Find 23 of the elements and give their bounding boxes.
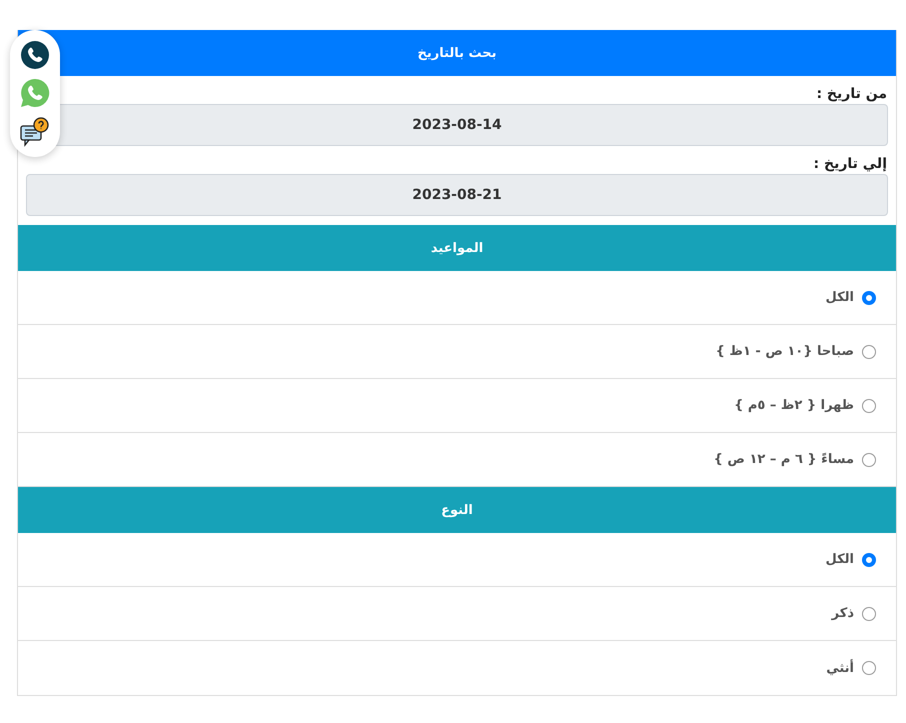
header-title: بحث بالتاريخ	[417, 46, 497, 60]
option-label[interactable]: مساءً { ٦ م – ١٢ ص }	[714, 452, 854, 467]
radio-button[interactable]	[862, 452, 876, 466]
option-label[interactable]: الكل	[825, 290, 854, 305]
chat-help-icon[interactable]	[20, 116, 50, 146]
radio-button[interactable]	[862, 344, 876, 358]
radio-button[interactable]	[862, 661, 876, 675]
date-field[interactable]: 2023-08-21	[26, 174, 888, 216]
field-label: من تاريخ :	[816, 85, 887, 104]
option-label[interactable]: ظهرا { ٢ظ – ٥م }	[734, 398, 854, 413]
radio-button[interactable]	[862, 552, 876, 566]
whatsapp-icon[interactable]	[20, 78, 50, 108]
header-title: المواعيد	[430, 240, 484, 256]
option-label[interactable]: الكل	[825, 552, 854, 567]
radio-button[interactable]	[862, 398, 876, 412]
option-label[interactable]: ذكر	[832, 606, 854, 621]
field-label: إلي تاريخ :	[814, 155, 887, 174]
option-label[interactable]: أنثي	[826, 660, 854, 676]
header-title: النوع	[441, 502, 473, 518]
option-label[interactable]: صباحا {١٠ ص - ١ظ }	[716, 344, 854, 359]
radio-button[interactable]	[862, 606, 876, 620]
radio-button[interactable]	[862, 290, 876, 304]
phone-icon[interactable]	[21, 40, 49, 68]
